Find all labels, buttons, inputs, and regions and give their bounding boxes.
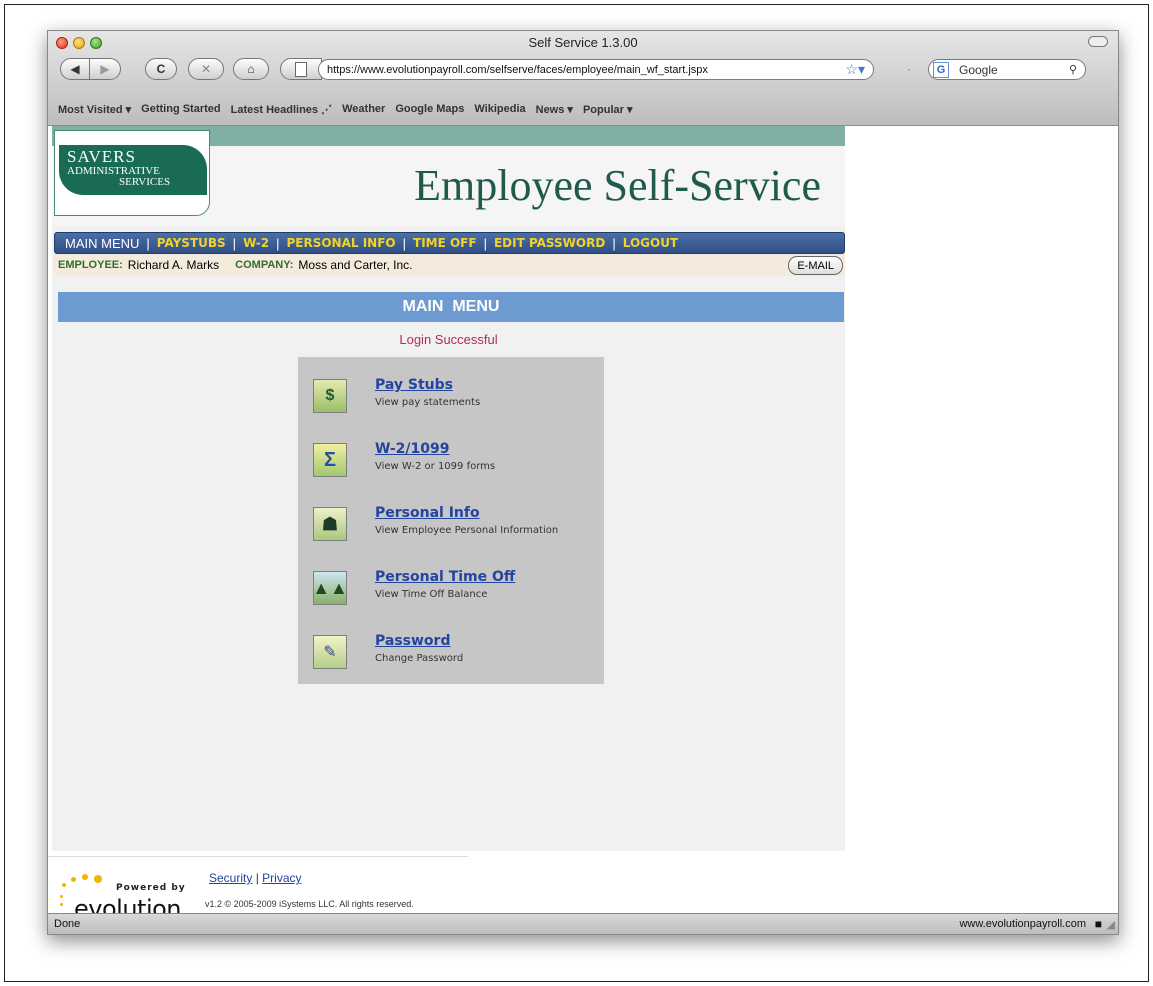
powered-by-text: Powered by <box>116 883 186 893</box>
status-domain: www.evolutionpayroll.com <box>959 918 1086 930</box>
company-name: Moss and Carter, Inc. <box>298 258 413 272</box>
privacy-link[interactable]: Privacy <box>262 871 301 885</box>
password-link[interactable]: Password <box>375 633 450 649</box>
status-bar: Done www.evolutionpayroll.com ■ ◢ <box>48 913 1118 934</box>
menu-item-password[interactable]: ✎ Password Change Password <box>313 633 603 683</box>
bookmark-google-maps[interactable]: Google Maps <box>395 103 464 115</box>
page-content: SAVERS ADMINISTRATIVE SERVICES Employee … <box>48 126 1118 923</box>
bookmark-weather[interactable]: Weather <box>342 103 385 115</box>
bookmarks-bar: Most Visited ▾ Getting Started Latest He… <box>48 97 1118 121</box>
nav-separator: | <box>276 235 280 251</box>
url-text: https://www.evolutionpayroll.com/selfser… <box>327 63 708 76</box>
nav-separator: | <box>146 235 150 251</box>
login-status: Login Successful <box>399 332 498 347</box>
menu-item-personal-info[interactable]: ☗ Personal Info View Employee Personal I… <box>313 505 603 555</box>
personal-info-link[interactable]: Personal Info <box>375 505 480 521</box>
footer-links: Security | Privacy <box>209 871 302 885</box>
title-bar: Self Service 1.3.00 ◀ ▶ C ✕ ⌂ https://ww… <box>48 31 1118 126</box>
url-bar[interactable]: https://www.evolutionpayroll.com/selfser… <box>318 59 874 80</box>
browser-window: Self Service 1.3.00 ◀ ▶ C ✕ ⌂ https://ww… <box>47 30 1119 935</box>
menu-item-time-off[interactable]: ▲▲ Personal Time Off View Time Off Balan… <box>312 569 603 619</box>
password-desc: Change Password <box>375 653 464 664</box>
trees-icon: ▲▲ <box>312 571 348 605</box>
email-button[interactable]: E-MAIL <box>788 256 843 275</box>
edit-icon: ✎ <box>313 635 347 669</box>
nav-paystubs[interactable]: PAYSTUBS <box>157 236 226 250</box>
window-title: Self Service 1.3.00 <box>528 35 638 50</box>
back-button[interactable]: ◀ <box>60 58 90 80</box>
home-button[interactable]: ⌂ <box>233 58 269 80</box>
pay-stubs-desc: View pay statements <box>375 397 481 408</box>
banner-title: Employee Self-Service <box>414 161 821 210</box>
logo-line-1: SAVERS <box>67 147 136 166</box>
logo-line-3: SERVICES <box>119 176 171 188</box>
status-text: Done <box>54 918 81 930</box>
forward-arrow-icon: ▶ <box>100 62 110 76</box>
resize-grip-icon[interactable]: ◢ <box>1107 918 1115 931</box>
self-service-page: SAVERS ADMINISTRATIVE SERVICES Employee … <box>52 126 845 851</box>
personal-info-desc: View Employee Personal Information <box>375 525 559 536</box>
nav-separator: | <box>612 235 616 251</box>
w2-1099-desc: View W-2 or 1099 forms <box>375 461 496 472</box>
page-footer: Powered by evolution Security | Privacy … <box>48 856 468 923</box>
nav-personal-info[interactable]: PERSONAL INFO <box>286 236 395 250</box>
savers-logo: SAVERS ADMINISTRATIVE SERVICES <box>54 130 210 216</box>
bookmark-getting-started[interactable]: Getting Started <box>141 103 220 115</box>
search-icon[interactable]: ⚲ <box>1069 63 1077 76</box>
nav-edit-password[interactable]: EDIT PASSWORD <box>494 236 605 250</box>
copyright: v1.2 © 2005-2009 iSystems LLC. All right… <box>205 899 414 909</box>
person-icon: ☗ <box>313 507 347 541</box>
company-label: COMPANY: <box>235 259 294 271</box>
reload-button[interactable]: C <box>145 58 177 80</box>
google-icon[interactable]: G <box>933 61 949 78</box>
time-off-link[interactable]: Personal Time Off <box>375 569 515 585</box>
banner: SAVERS ADMINISTRATIVE SERVICES Employee … <box>52 126 845 226</box>
search-engine-separator: · <box>907 62 911 76</box>
nav-separator: | <box>232 235 237 251</box>
logo-badge: SAVERS ADMINISTRATIVE SERVICES <box>59 145 207 195</box>
search-placeholder: Google <box>959 62 998 77</box>
lock-icon[interactable]: ■ <box>1095 917 1102 931</box>
bookmark-wikipedia[interactable]: Wikipedia <box>474 103 525 115</box>
stop-button[interactable]: ✕ <box>188 58 224 80</box>
home-icon: ⌂ <box>247 62 255 76</box>
employee-label: EMPLOYEE: <box>58 259 123 271</box>
site-identity-button[interactable] <box>280 58 322 80</box>
bookmark-popular[interactable]: Popular ▾ <box>583 103 633 116</box>
main-menu-heading: MAIN MENU <box>58 292 844 322</box>
main-nav: MAIN MENU | PAYSTUBS | W-2 | PERSONAL IN… <box>54 232 845 254</box>
bookmark-star-icon[interactable]: ☆▾ <box>845 61 865 78</box>
nav-main-menu[interactable]: MAIN MENU <box>65 236 139 251</box>
nav-separator: | <box>402 235 407 251</box>
menu-item-pay-stubs[interactable]: $ Pay Stubs View pay statements <box>313 377 603 427</box>
bookmark-news[interactable]: News ▾ <box>536 103 573 116</box>
stop-icon: ✕ <box>200 62 212 76</box>
nav-w2[interactable]: W-2 <box>243 236 269 250</box>
forward-button[interactable]: ▶ <box>89 58 121 80</box>
back-arrow-icon: ◀ <box>70 62 80 76</box>
toolbar-toggle-button[interactable] <box>1088 36 1108 47</box>
footer-link-separator: | <box>255 871 259 885</box>
sigma-icon: Σ <box>313 443 347 477</box>
pay-stubs-link[interactable]: Pay Stubs <box>375 377 453 393</box>
nav-separator: | <box>483 235 487 251</box>
reload-icon: C <box>156 62 166 76</box>
w2-1099-link[interactable]: W-2/1099 <box>375 441 449 457</box>
bookmark-most-visited[interactable]: Most Visited ▾ <box>58 103 131 116</box>
nav-logout[interactable]: LOGOUT <box>623 236 678 250</box>
menu-panel: $ Pay Stubs View pay statements Σ W-2/10… <box>298 357 604 684</box>
bookmark-latest-headlines[interactable]: Latest Headlines ⋰ <box>231 103 332 116</box>
nav-time-off[interactable]: TIME OFF <box>413 236 477 250</box>
menu-item-w2-1099[interactable]: Σ W-2/1099 View W-2 or 1099 forms <box>313 441 603 491</box>
security-link[interactable]: Security <box>209 871 252 885</box>
time-off-desc: View Time Off Balance <box>375 589 488 600</box>
employee-info-bar: EMPLOYEE: Richard A. Marks COMPANY: Moss… <box>54 254 845 276</box>
page-icon <box>295 61 307 77</box>
money-icon: $ <box>313 379 347 413</box>
employee-name: Richard A. Marks <box>127 258 220 272</box>
search-input[interactable]: G Google ⚲ <box>928 59 1086 80</box>
